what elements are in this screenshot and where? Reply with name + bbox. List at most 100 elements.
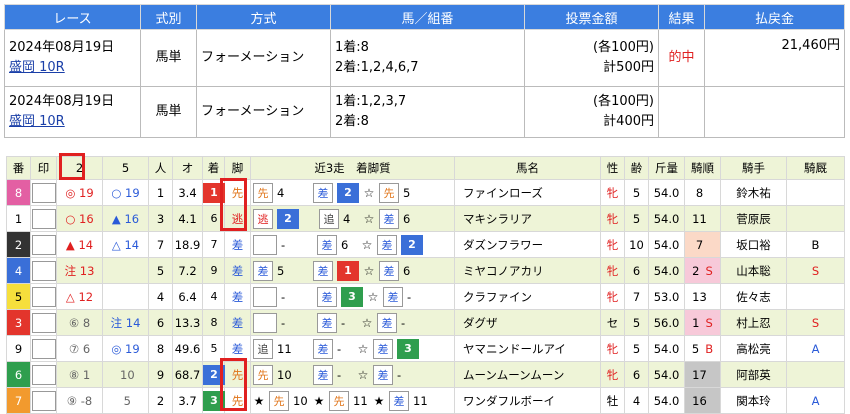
mark-cell[interactable] (30, 179, 57, 206)
mark-cell[interactable] (30, 335, 57, 362)
predictor-2-mark: ⑥ (68, 315, 80, 330)
horse-number: 2 (6, 231, 31, 258)
predictor-5-mark: △ (111, 237, 121, 252)
entries-table: 番 印 2 5 人 オ 着 脚 近3走 着脚質 馬名 性 齢 斤量 騎順 騎手 … (6, 156, 845, 414)
jockey-name[interactable]: 阿部英 (720, 361, 787, 388)
finish-position: 6 (210, 211, 218, 225)
finish-cell: 6 (202, 205, 225, 232)
mark-checkbox[interactable] (31, 338, 56, 359)
jockey-name[interactable]: 佐々志 (720, 283, 787, 310)
past-position: - (337, 367, 342, 382)
predictor-5-cell: 5 (102, 387, 149, 414)
past-style-badge: 差 (379, 260, 399, 281)
mark-checkbox[interactable] (31, 390, 56, 411)
rider-rank: 2S (684, 257, 721, 284)
col-predictor-2[interactable]: 2 (56, 156, 103, 180)
horse-name[interactable]: ファインローズ (454, 179, 601, 206)
jockey-name[interactable]: 鈴木祐 (720, 179, 787, 206)
horse-age: 4 (624, 387, 649, 414)
predictor-5-cell: 注 14 (102, 309, 149, 336)
predictor-5-cell (102, 283, 149, 310)
predictor-2-score: 6 (82, 341, 91, 356)
entry-row: 1 ○ 16 ▲ 16 3 4.1 6 逃 逃 2 追 4 ☆ 差 6 マキシラリア 牝 5… (6, 205, 845, 232)
mark-checkbox[interactable] (31, 364, 56, 385)
jockey-name[interactable]: 村上忍 (720, 309, 787, 336)
mark-checkbox[interactable] (31, 260, 56, 281)
mark-cell[interactable] (30, 387, 57, 414)
mark-cell[interactable] (30, 283, 57, 310)
popularity: 6 (148, 309, 173, 336)
combination-first: 1着:8 (335, 40, 369, 55)
rider-rank-value: 2 (692, 263, 700, 278)
odds: 13.3 (172, 309, 203, 336)
mark-checkbox[interactable] (31, 208, 56, 229)
horse-name[interactable]: ムーンムーンムーン (454, 361, 601, 388)
mark-checkbox[interactable] (31, 182, 56, 203)
mark-checkbox[interactable] (31, 286, 56, 307)
predictor-2-mark: ▲ (65, 237, 75, 252)
entry-row: 9 ⑦ 6 ◎ 19 8 49.6 5 差 追 11 差 - ☆ 差 3 ヤマニンドールアイ… (6, 335, 845, 362)
result-status (658, 86, 705, 138)
leg-style-text: 先 (231, 393, 244, 408)
past-position: 6 (403, 263, 411, 278)
predictor-2-score: 13 (79, 263, 95, 278)
stake-total: 計400円 (603, 114, 654, 129)
entry-row: 6 ⑧ 1 10 9 68.7 2 先 先 10 差 - ☆ 差 - ムーンムーンムーン 牝… (6, 361, 845, 388)
past-star-icon: ☆ (363, 185, 375, 200)
jockey-name[interactable]: 高松亮 (720, 335, 787, 362)
col-race: レース (4, 4, 141, 30)
col-predictor-5[interactable]: 5 (102, 156, 149, 180)
mark-cell[interactable] (30, 205, 57, 232)
mark-cell[interactable] (30, 257, 57, 284)
mark-checkbox[interactable] (31, 234, 56, 255)
jockey-name[interactable]: 山本聡 (720, 257, 787, 284)
race-link[interactable]: 盛岡 10R (9, 112, 136, 132)
horse-number: 8 (6, 179, 31, 206)
mark-cell[interactable] (30, 361, 57, 388)
mark-checkbox[interactable] (31, 312, 56, 333)
past-position: 10 (293, 393, 308, 408)
horse-weight: 54.0 (648, 335, 685, 362)
jockey-name[interactable]: 菅原辰 (720, 205, 787, 232)
horse-name[interactable]: ダズンフラワー (454, 231, 601, 258)
race-cell: 2024年08月19日 盛岡 10R (4, 86, 141, 138)
horse-name[interactable]: ワンダフルボーイ (454, 387, 601, 414)
past-star-icon: ☆ (361, 315, 373, 330)
past-style-badge: 差 (313, 338, 333, 359)
horse-sex: 牝 (600, 205, 625, 232)
predictor-2-score: -8 (80, 393, 93, 408)
col-mark: 印 (30, 156, 57, 180)
past-style-badge: 先 (253, 182, 273, 203)
horse-name[interactable]: ミヤコノアカリ (454, 257, 601, 284)
horse-age: 5 (624, 335, 649, 362)
past-star-icon: ★ (313, 393, 325, 408)
predictor-2-mark: △ (65, 289, 75, 304)
past-style-badge: 差 (317, 312, 337, 333)
horse-sex: セ (600, 309, 625, 336)
horse-name[interactable]: クラファイン (454, 283, 601, 310)
past-position: 5 (403, 185, 411, 200)
col-method: 方式 (196, 4, 331, 30)
jockey-name[interactable]: 坂口裕 (720, 231, 787, 258)
col-bet-type: 式別 (140, 4, 197, 30)
past-star-icon: ☆ (357, 341, 369, 356)
race-cell: 2024年08月19日 盛岡 10R (4, 29, 141, 87)
predictor-5-score: 5 (123, 393, 131, 408)
popularity: 7 (148, 231, 173, 258)
horse-name[interactable]: ダグザ (454, 309, 601, 336)
horse-age: 7 (624, 283, 649, 310)
horse-name[interactable]: ヤマニンドールアイ (454, 335, 601, 362)
horse-name[interactable]: マキシラリア (454, 205, 601, 232)
mark-cell[interactable] (30, 309, 57, 336)
jockey-name[interactable]: 関本玲 (720, 387, 787, 414)
race-link[interactable]: 盛岡 10R (9, 58, 136, 78)
col-past3: 近3走 着脚質 (250, 156, 455, 180)
past-style-badge: 差 (379, 208, 399, 229)
finish-cell: 8 (202, 309, 225, 336)
finish-position: 7 (210, 237, 218, 251)
mark-cell[interactable] (30, 231, 57, 258)
past3-cell: 逃 2 追 4 ☆ 差 6 (250, 205, 455, 232)
predictor-5-cell: 10 (102, 361, 149, 388)
leg-style-text: 差 (231, 315, 244, 330)
finish-cell: 9 (202, 257, 225, 284)
